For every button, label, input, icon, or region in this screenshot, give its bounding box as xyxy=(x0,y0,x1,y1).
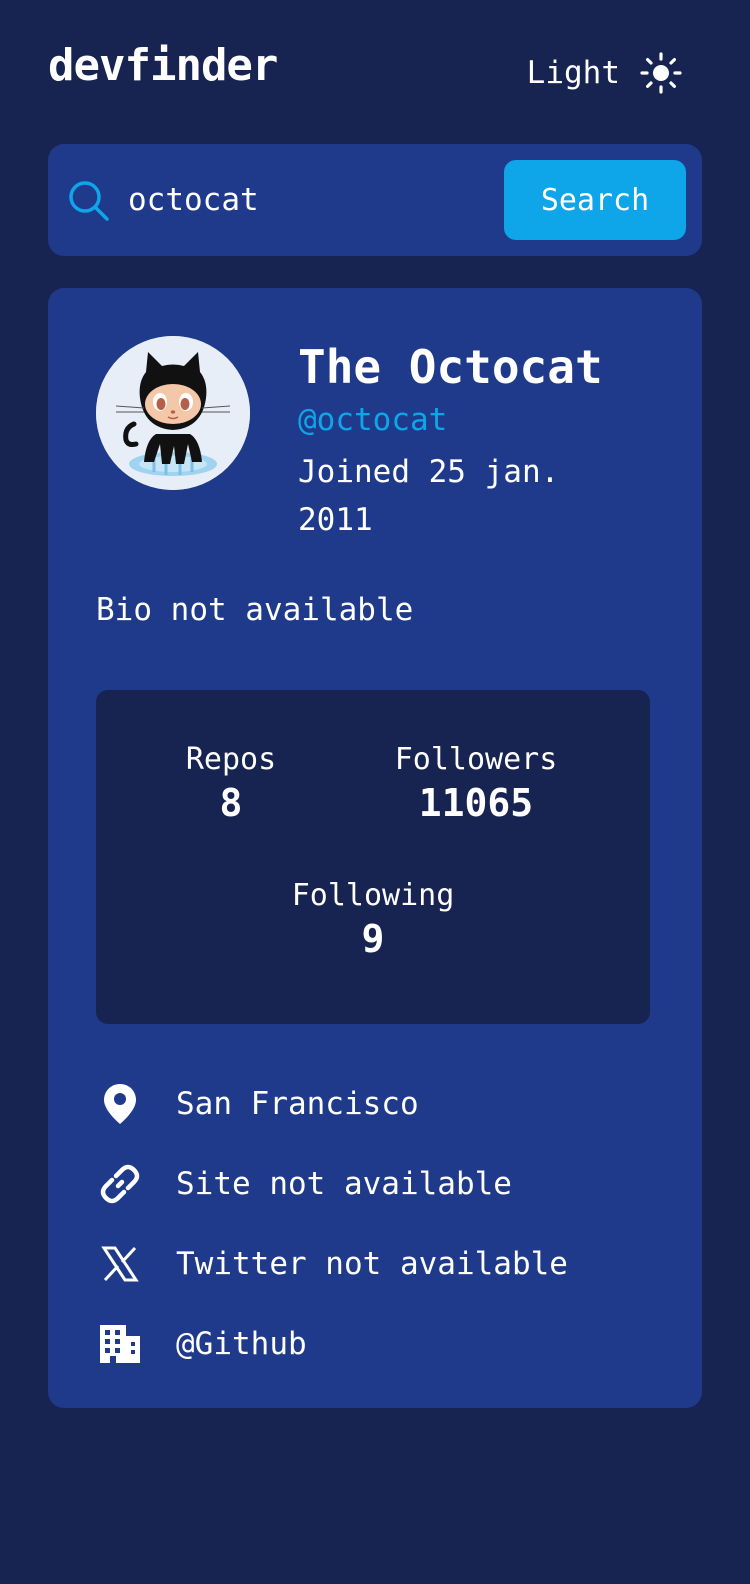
profile-bio: Bio not available xyxy=(96,592,414,628)
profile-links: San Francisco Site not available Twitter… xyxy=(96,1064,656,1384)
location-text: San Francisco xyxy=(176,1086,419,1122)
site-row: Site not available xyxy=(96,1144,656,1224)
stat-following-label: Following xyxy=(291,878,455,913)
company-row: @Github xyxy=(96,1304,656,1384)
stat-repos-value: 8 xyxy=(219,781,243,825)
profile-login-link[interactable]: @octocat xyxy=(298,402,447,438)
stat-followers: Followers 11065 xyxy=(386,742,566,825)
profile-name: The Octocat xyxy=(298,340,603,394)
stat-repos: Repos 8 xyxy=(176,742,286,825)
stat-following: Following 9 xyxy=(273,878,473,961)
theme-toggle-label: Light xyxy=(526,55,620,91)
company-text: @Github xyxy=(176,1326,307,1362)
link-chain-icon xyxy=(96,1160,144,1208)
location-pin-icon xyxy=(96,1080,144,1128)
search-bar: Search xyxy=(48,144,702,256)
avatar xyxy=(96,336,250,490)
app-logo: devfinder xyxy=(48,40,278,91)
company-building-icon xyxy=(96,1320,144,1368)
profile-card: The Octocat @octocat Joined 25 jan. 2011… xyxy=(48,288,702,1408)
joined-date: Joined 25 jan. 2011 xyxy=(298,454,560,538)
x-twitter-icon xyxy=(96,1240,144,1288)
search-button[interactable]: Search xyxy=(504,160,686,240)
stats-panel: Repos 8 Followers 11065 Following 9 xyxy=(96,690,650,1024)
search-input[interactable] xyxy=(128,174,508,226)
stat-following-value: 9 xyxy=(361,917,385,961)
twitter-row: Twitter not available xyxy=(96,1224,656,1304)
stat-followers-label: Followers xyxy=(394,742,558,777)
location-row: San Francisco xyxy=(96,1064,656,1144)
stat-repos-label: Repos xyxy=(185,742,277,777)
app-header: devfinder Light xyxy=(48,40,702,100)
sun-icon xyxy=(640,52,682,94)
twitter-text: Twitter not available xyxy=(176,1246,568,1282)
stat-followers-value: 11065 xyxy=(418,781,534,825)
octocat-avatar-icon xyxy=(96,336,250,490)
theme-toggle[interactable]: Light xyxy=(527,52,682,94)
site-text: Site not available xyxy=(176,1166,512,1202)
